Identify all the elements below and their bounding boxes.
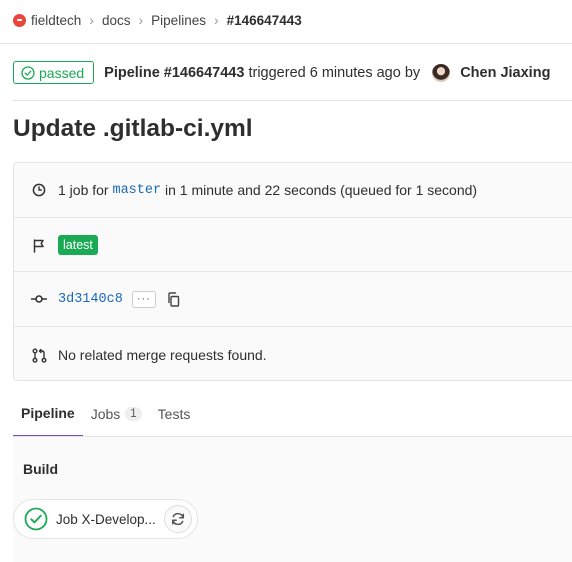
tab-jobs[interactable]: Jobs 1 (83, 395, 150, 437)
author-name[interactable]: Chen Jiaxing (460, 65, 550, 81)
tags-row: latest (14, 234, 572, 256)
chevron-right-icon: › (89, 12, 94, 28)
stage-title: Build (23, 461, 58, 477)
flag-icon (30, 238, 48, 253)
copy-icon[interactable] (167, 291, 180, 307)
tab-tests[interactable]: Tests (150, 395, 199, 437)
tab-label: Pipeline (21, 405, 75, 421)
merge-requests-row: No related merge requests found. (14, 344, 572, 366)
breadcrumb-pipelines[interactable]: Pipelines (151, 13, 206, 28)
check-circle-icon (21, 65, 35, 80)
retry-icon[interactable] (164, 505, 192, 533)
latest-badge: latest (58, 235, 98, 255)
status-badge[interactable]: passed (13, 61, 95, 84)
chevron-right-icon: › (138, 12, 144, 28)
divider (14, 326, 572, 327)
clock-icon (30, 183, 48, 197)
pipeline-header: passed Pipeline #146647443 triggered 6 m… (13, 61, 550, 84)
merge-requests-text: No related merge requests found. (58, 347, 267, 363)
job-item[interactable]: Job X-Develop... (13, 499, 198, 539)
commit-row: 3d3140c8 ··· (14, 288, 572, 310)
page-title: Update .gitlab-ci.yml (13, 115, 253, 142)
breadcrumb-current[interactable]: #146647443 (227, 13, 302, 28)
pipeline-info-box: 1 job for master in 1 minute and 22 seco… (13, 162, 572, 381)
check-circle-icon (24, 507, 48, 531)
breadcrumb: fieldtech › docs › Pipelines › #14664744… (13, 12, 302, 28)
pipeline-id: Pipeline #146647443 (104, 64, 245, 81)
tab-label: Tests (157, 406, 191, 422)
status-label: passed (39, 64, 85, 81)
jobs-duration: in 1 minute and 22 seconds (queued for 1… (161, 182, 478, 198)
branch-link[interactable]: master (112, 183, 161, 198)
pipeline-graph: Build Job X-Develop... (13, 437, 572, 562)
divider (14, 271, 572, 272)
breadcrumb-group[interactable]: fieldtech (31, 13, 81, 28)
chevron-right-icon: › (213, 12, 219, 28)
jobs-summary-row: 1 job for master in 1 minute and 22 seco… (14, 180, 572, 200)
commit-sha-link[interactable]: 3d3140c8 (58, 292, 123, 307)
expand-commit-message-button[interactable]: ··· (131, 290, 156, 308)
divider (14, 217, 572, 218)
group-logo-icon[interactable] (13, 13, 26, 27)
commit-icon (30, 293, 48, 305)
tab-label: Jobs (90, 406, 121, 422)
breadcrumb-project[interactable]: docs (102, 13, 131, 28)
merge-request-icon (30, 348, 48, 363)
triggered-text: triggered 6 minutes ago by (244, 64, 425, 81)
tab-pipeline[interactable]: Pipeline (13, 395, 83, 437)
divider (0, 43, 572, 44)
pipeline-tabs: Pipeline Jobs 1 Tests (13, 395, 198, 437)
job-name: Job X-Develop... (56, 511, 156, 527)
jobs-prefix: 1 job for (58, 182, 113, 198)
divider (13, 100, 572, 101)
jobs-count-badge: 1 (125, 407, 142, 421)
avatar[interactable] (432, 63, 451, 82)
